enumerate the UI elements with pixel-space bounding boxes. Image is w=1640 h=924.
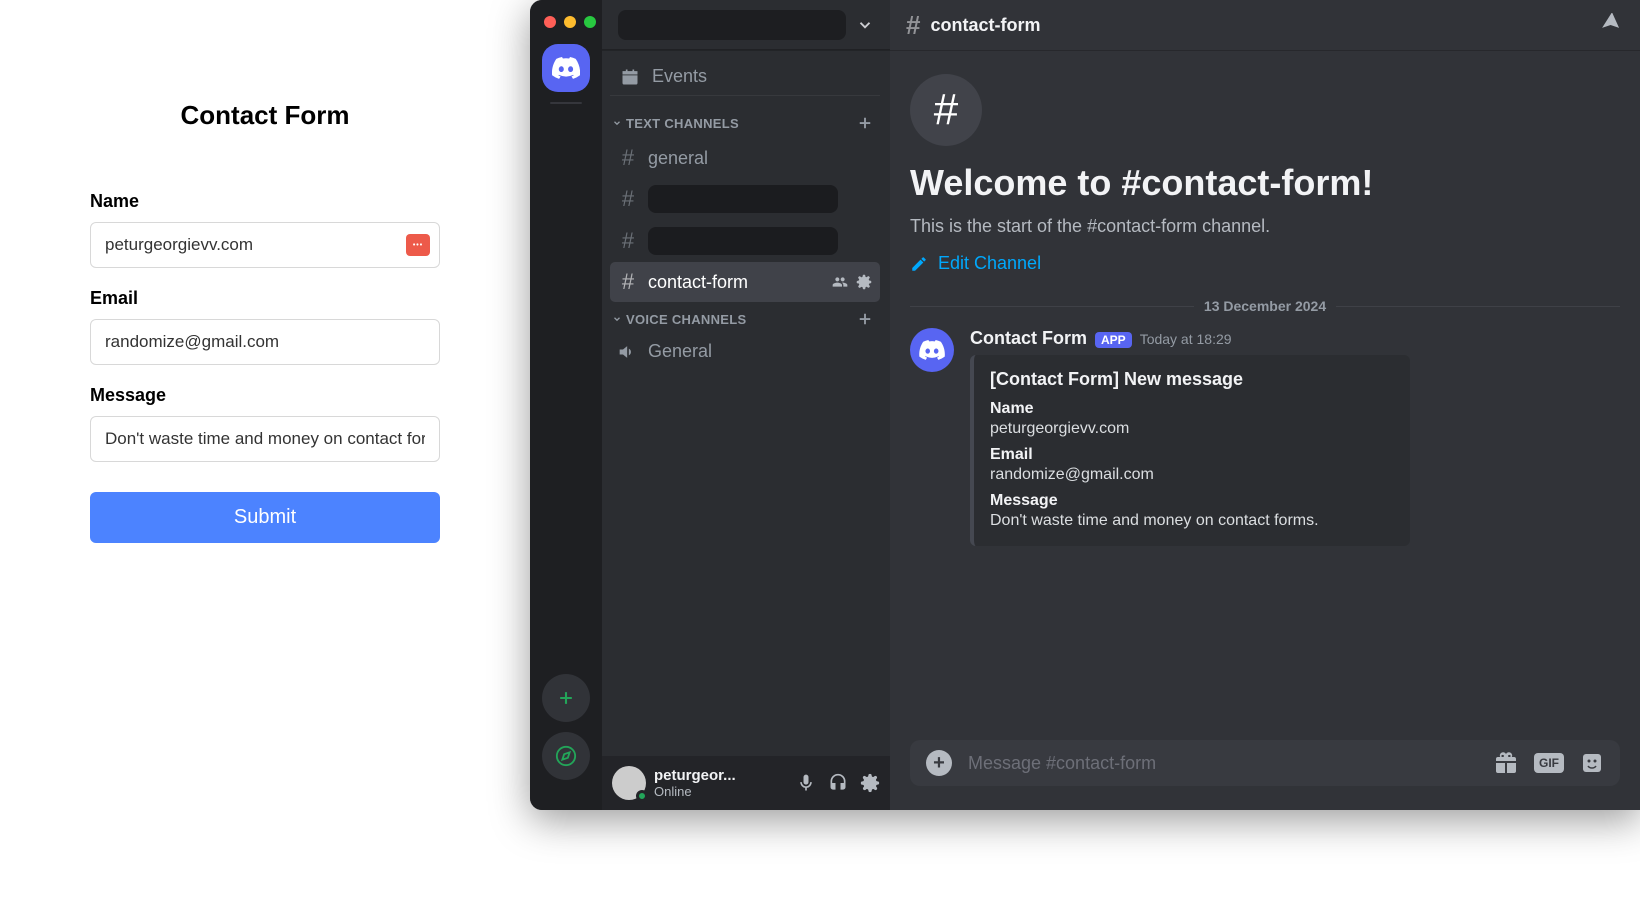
plus-icon bbox=[556, 688, 576, 708]
date-divider-label: 13 December 2024 bbox=[1194, 298, 1336, 314]
hash-icon: # bbox=[618, 186, 638, 212]
chevron-down-icon bbox=[612, 118, 622, 128]
discord-window: Events TEXT CHANNELS # general # # bbox=[530, 0, 1640, 810]
channel-name-redacted bbox=[648, 227, 838, 255]
message-author[interactable]: Contact Form bbox=[970, 328, 1087, 349]
headphones-icon[interactable] bbox=[828, 773, 848, 793]
embed-title: [Contact Form] New message bbox=[990, 369, 1394, 390]
name-input[interactable] bbox=[90, 222, 440, 268]
pencil-icon bbox=[910, 255, 928, 273]
message-timestamp: Today at 18:29 bbox=[1140, 331, 1232, 347]
server-rail bbox=[530, 0, 602, 810]
app-badge: APP bbox=[1095, 332, 1132, 348]
user-avatar[interactable] bbox=[612, 766, 646, 800]
voice-channel-general[interactable]: General bbox=[610, 334, 880, 369]
gif-button[interactable]: GIF bbox=[1534, 753, 1564, 773]
date-divider: 13 December 2024 bbox=[910, 298, 1620, 314]
channel-label: contact-form bbox=[648, 272, 748, 293]
add-server-button[interactable] bbox=[542, 674, 590, 722]
welcome-subtitle: This is the start of the #contact-form c… bbox=[910, 216, 1620, 237]
message-embed: [Contact Form] New message Name peturgeo… bbox=[970, 355, 1410, 546]
events-button[interactable]: Events bbox=[610, 58, 880, 96]
message-composer: + GIF bbox=[890, 740, 1640, 810]
welcome-title: Welcome to #contact-form! bbox=[910, 162, 1620, 204]
hash-icon: # bbox=[618, 228, 638, 254]
channel-contact-form[interactable]: # contact-form bbox=[610, 262, 880, 302]
gear-icon[interactable] bbox=[856, 274, 872, 290]
embed-field-name: Email bbox=[990, 446, 1394, 464]
attach-button[interactable]: + bbox=[926, 750, 952, 776]
server-header[interactable] bbox=[602, 0, 890, 50]
channel-name-redacted bbox=[648, 185, 838, 213]
maximize-window-button[interactable] bbox=[584, 16, 596, 28]
message-input[interactable] bbox=[90, 416, 440, 462]
submit-button[interactable]: Submit bbox=[90, 492, 440, 543]
channel-header-name: contact-form bbox=[930, 15, 1040, 36]
voice-channels-category[interactable]: VOICE CHANNELS bbox=[610, 302, 880, 334]
form-title: Contact Form bbox=[90, 100, 440, 131]
plus-icon[interactable] bbox=[856, 114, 874, 132]
embed-field-value: Don't waste time and money on contact fo… bbox=[990, 512, 1394, 530]
discord-home-button[interactable] bbox=[542, 44, 590, 92]
message: Contact Form APP Today at 18:29 [Contact… bbox=[910, 328, 1620, 546]
user-status: Online bbox=[654, 784, 788, 799]
channel-label: General bbox=[648, 341, 712, 362]
speaker-icon bbox=[618, 342, 638, 362]
hash-icon: # bbox=[618, 145, 638, 171]
server-name-redacted bbox=[618, 10, 846, 40]
embed-field-name: Message bbox=[990, 492, 1394, 510]
minimize-window-button[interactable] bbox=[564, 16, 576, 28]
gift-icon[interactable] bbox=[1494, 751, 1518, 775]
channel-redacted-1[interactable]: # bbox=[610, 178, 880, 220]
sticker-icon[interactable] bbox=[1580, 751, 1604, 775]
password-manager-icon[interactable]: ••• bbox=[406, 234, 430, 256]
channel-header: # contact-form bbox=[890, 0, 1640, 50]
calendar-icon bbox=[620, 67, 640, 87]
invite-icon[interactable] bbox=[832, 274, 848, 290]
gear-icon[interactable] bbox=[860, 773, 880, 793]
rail-separator bbox=[550, 102, 582, 104]
message-avatar[interactable] bbox=[910, 328, 954, 372]
mic-icon[interactable] bbox=[796, 773, 816, 793]
user-panel: peturgeor... Online bbox=[602, 756, 890, 810]
name-label: Name bbox=[90, 191, 440, 212]
email-label: Email bbox=[90, 288, 440, 309]
contact-form-panel: Contact Form Name ••• Email Message Subm… bbox=[0, 0, 530, 924]
embed-field-value: peturgeorgievv.com bbox=[990, 420, 1394, 438]
channel-general[interactable]: # general bbox=[610, 138, 880, 178]
voice-channels-label: VOICE CHANNELS bbox=[626, 312, 747, 327]
discord-logo-icon bbox=[552, 57, 580, 79]
email-input[interactable] bbox=[90, 319, 440, 365]
channel-label: general bbox=[648, 148, 708, 169]
channel-main: # contact-form # Welcome to #contact-for… bbox=[890, 0, 1640, 810]
embed-field-name: Name bbox=[990, 400, 1394, 418]
channel-redacted-2[interactable]: # bbox=[610, 220, 880, 262]
embed-field-value: randomize@gmail.com bbox=[990, 466, 1394, 484]
hash-icon: # bbox=[906, 10, 920, 41]
message-list: # Welcome to #contact-form! This is the … bbox=[890, 50, 1640, 740]
status-online-icon bbox=[636, 790, 648, 802]
channel-sidebar: Events TEXT CHANNELS # general # # bbox=[602, 0, 890, 810]
window-controls bbox=[530, 10, 596, 34]
message-input[interactable] bbox=[968, 753, 1478, 774]
text-channels-category[interactable]: TEXT CHANNELS bbox=[610, 106, 880, 138]
edit-channel-label: Edit Channel bbox=[938, 253, 1041, 274]
close-window-button[interactable] bbox=[544, 16, 556, 28]
user-name: peturgeor... bbox=[654, 767, 788, 784]
welcome-hash-icon: # bbox=[910, 74, 982, 146]
message-label: Message bbox=[90, 385, 440, 406]
chevron-down-icon bbox=[856, 16, 874, 34]
edit-channel-link[interactable]: Edit Channel bbox=[910, 253, 1620, 274]
discord-logo-icon bbox=[919, 340, 945, 360]
chevron-down-icon bbox=[612, 314, 622, 324]
compass-icon bbox=[555, 745, 577, 767]
plus-icon[interactable] bbox=[856, 310, 874, 328]
text-channels-label: TEXT CHANNELS bbox=[626, 116, 739, 131]
threads-icon[interactable] bbox=[1600, 13, 1624, 37]
explore-servers-button[interactable] bbox=[542, 732, 590, 780]
hash-icon: # bbox=[618, 269, 638, 295]
events-label: Events bbox=[652, 66, 707, 87]
